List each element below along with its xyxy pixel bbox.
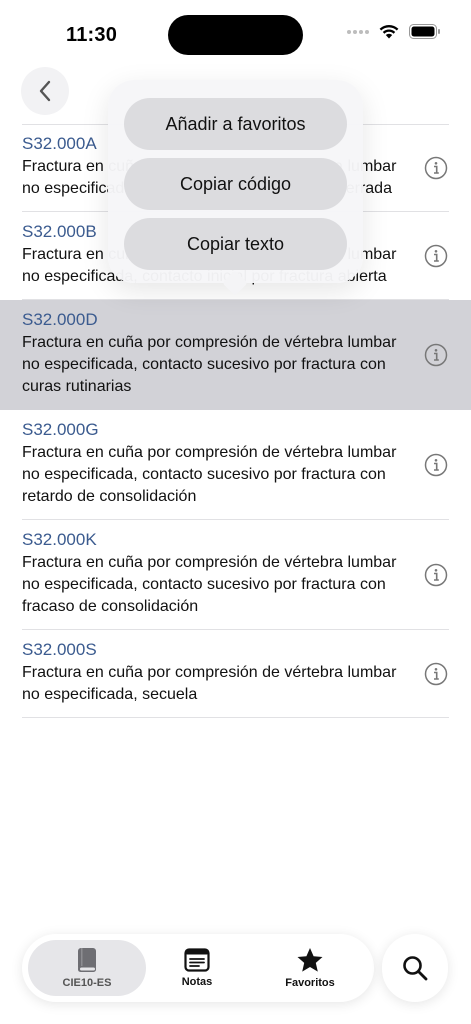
battery-icon [409,24,440,39]
info-icon[interactable] [424,453,448,477]
status-bar: 11:30 [0,0,471,70]
info-icon[interactable] [424,563,448,587]
status-icons [347,24,441,39]
notes-icon [184,948,210,972]
book-icon [78,948,96,972]
tab-cie10[interactable]: CIE10-ES [28,940,146,996]
info-icon[interactable] [424,156,448,180]
dynamic-island [168,15,303,55]
search-button[interactable] [382,934,448,1002]
item-code: S32.000D [22,310,98,329]
info-icon[interactable] [424,343,448,367]
context-menu: Añadir a favoritos Copiar código Copiar … [108,80,363,283]
star-icon [297,948,323,972]
list-item[interactable]: S32.000S Fractura en cuña por compresión… [0,630,471,718]
item-description: Fractura en cuña por compresión de vérte… [22,554,397,615]
chevron-left-icon [39,80,51,102]
tab-notas[interactable]: Notas [157,940,237,996]
list-item-selected[interactable]: S32.000D Fractura en cuña por compresión… [0,300,471,410]
back-button[interactable] [21,67,69,115]
tab-label: CIE10-ES [62,977,112,989]
item-code: S32.000K [22,530,97,549]
status-time: 11:30 [66,24,118,46]
tab-label: Favoritos [285,977,335,989]
search-icon [403,956,428,981]
copy-code-button[interactable]: Copiar código [124,158,347,210]
list-item[interactable]: S32.000G Fractura en cuña por compresión… [0,410,471,520]
item-code: S32.000S [22,640,97,659]
tab-favoritos[interactable]: Favoritos [270,940,350,996]
add-to-favorites-button[interactable]: Añadir a favoritos [124,98,347,150]
wifi-icon [379,24,399,39]
item-description: Fractura en cuña por compresión de vérte… [22,664,397,703]
cellular-signal-icon [347,29,369,34]
info-icon[interactable] [424,244,448,268]
info-icon[interactable] [424,662,448,686]
item-description: Fractura en cuña por compresión de vérte… [22,444,397,505]
tab-label: Notas [181,976,213,988]
tab-bar: CIE10-ES Notas Favoritos [22,934,374,1002]
item-description: Fractura en cuña por compresión de vérte… [22,334,397,395]
item-code: S32.000G [22,420,99,439]
list-item[interactable]: S32.000K Fractura en cuña por compresión… [0,520,471,630]
copy-text-button[interactable]: Copiar texto [124,218,347,270]
